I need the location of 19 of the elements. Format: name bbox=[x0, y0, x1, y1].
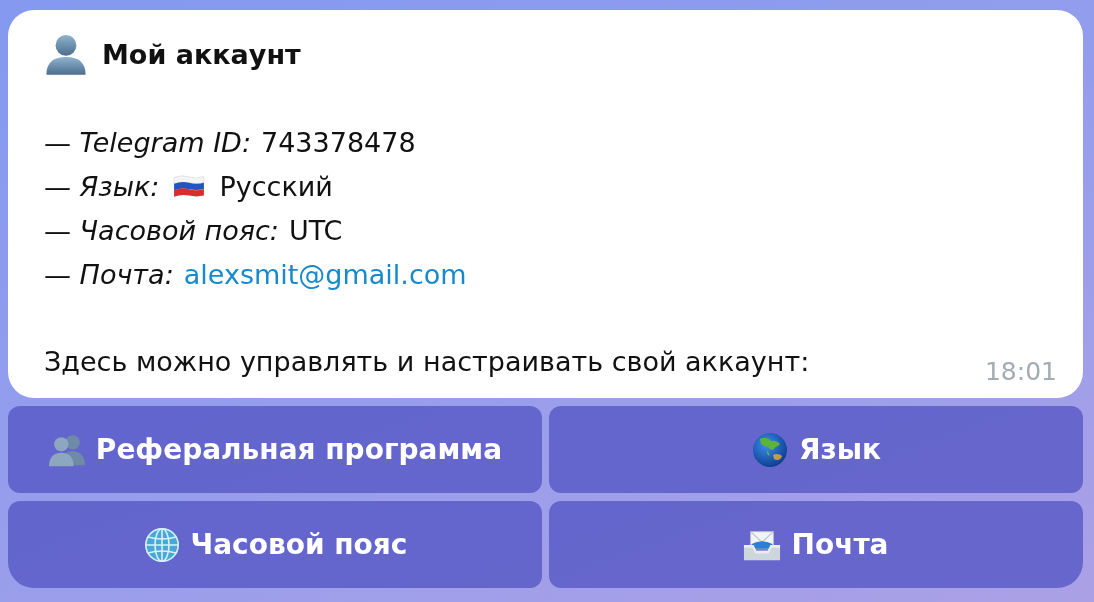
keyboard-button[interactable]: Часовой пояс bbox=[8, 501, 542, 588]
keyboard-button[interactable]: Реферальная программа bbox=[8, 406, 542, 493]
message-text: Здесь можно управлять и настраивать свой аккаунт: bbox=[44, 345, 810, 379]
keyboard-button[interactable]: Почта bbox=[549, 501, 1083, 588]
keyboard-button[interactable]: Язык bbox=[549, 406, 1083, 493]
field-label: — Telegram ID: bbox=[44, 126, 251, 158]
field-value: 743378478 bbox=[261, 126, 416, 158]
message-time: 18:01 bbox=[984, 357, 1057, 386]
field-value: Русский bbox=[219, 170, 333, 202]
user-silhouette-icon bbox=[44, 32, 88, 76]
email-link[interactable]: alexsmit@gmail.com bbox=[183, 258, 467, 290]
globe-icon bbox=[750, 431, 789, 468]
message-title: Мой аккаунт bbox=[102, 38, 301, 70]
globe-meridians-icon bbox=[142, 526, 181, 563]
field-label: — Язык: bbox=[44, 170, 160, 202]
field-value: UTC bbox=[288, 214, 343, 246]
field-label: — Часовой пояс: bbox=[44, 214, 279, 246]
field-label: — Почта: bbox=[44, 258, 174, 290]
flag-icon bbox=[173, 174, 206, 198]
